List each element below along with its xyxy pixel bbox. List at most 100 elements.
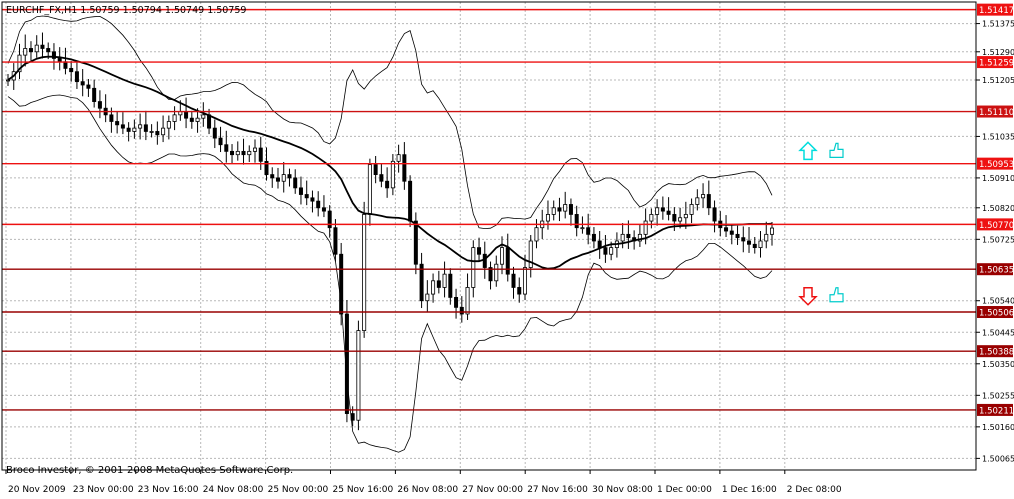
candle-body [402, 154, 407, 182]
price-tick-label: 1.50910 [982, 174, 1014, 183]
candle-body [253, 147, 258, 152]
price-tick-label: 1.50350 [982, 360, 1014, 369]
level-price-label: 1.50635 [979, 266, 1014, 276]
candle-body [649, 214, 654, 222]
candle-body [603, 247, 608, 255]
candle-body [161, 127, 166, 136]
candle-body [166, 121, 171, 129]
time-tick-label: 27 Nov 16:00 [527, 485, 588, 495]
candle-body [678, 217, 683, 222]
candle-body [545, 214, 550, 222]
chart: 1.51417 1.51259 1.51110 1.50953 1.50770 1.506… [0, 0, 1014, 495]
candle-body [568, 204, 573, 215]
candle-body [143, 124, 148, 132]
candle-body [23, 48, 28, 56]
candle-body [57, 58, 62, 63]
time-tick-label: 23 Nov 16:00 [138, 485, 199, 495]
candle-body [431, 280, 436, 295]
candle-body [97, 101, 102, 109]
candle-body [235, 150, 240, 156]
candle-body [201, 114, 206, 119]
candle-body [362, 214, 367, 331]
time-tick-label: 23 Nov 00:00 [73, 485, 134, 495]
price-tick-label: 1.51290 [982, 48, 1014, 57]
price-tick-label: 1.50540 [982, 297, 1014, 306]
candle-body [660, 207, 665, 212]
candle-body [138, 124, 143, 129]
candle-body [666, 210, 671, 215]
level-price-label: 1.50953 [979, 160, 1014, 170]
candle-body [86, 84, 91, 89]
candle-body [367, 164, 372, 215]
price-tick-label: 1.51375 [982, 20, 1014, 29]
candle-body [304, 194, 309, 199]
candle-body [350, 413, 355, 421]
candle-body [109, 114, 114, 122]
price-tick-label: 1.50160 [982, 423, 1014, 432]
candle-body [212, 127, 217, 139]
candle-body [69, 67, 74, 73]
candle-body [580, 227, 585, 230]
candle-body [28, 48, 33, 53]
candle-body [465, 287, 470, 315]
candle-body [448, 273, 453, 298]
price-tick-label: 1.51205 [982, 76, 1014, 85]
candle-body [155, 131, 160, 136]
candle-body [344, 313, 349, 414]
candle-body [281, 174, 286, 182]
time-tick-label: 25 Nov 00:00 [268, 485, 329, 495]
copyright-text: Broco Investor, © 2001-2008 MetaQuotes S… [6, 465, 293, 476]
candle-body [356, 330, 361, 421]
candle-body [34, 44, 39, 53]
time-tick-label: 30 Nov 08:00 [592, 485, 653, 495]
candle-body [224, 144, 229, 152]
candle-body [459, 306, 464, 315]
candle-body [74, 71, 79, 83]
time-tick-label: 2 Dec 08:00 [787, 485, 842, 495]
time-tick-label: 24 Nov 08:00 [203, 485, 264, 495]
candle-body [270, 174, 275, 179]
candle-body [132, 127, 137, 132]
candle-body [115, 121, 120, 126]
candle-body [298, 187, 303, 195]
candle-body [563, 204, 568, 212]
candle-body [454, 297, 459, 308]
candle-body [770, 227, 775, 235]
candle-body [321, 207, 326, 212]
candle-body [390, 160, 395, 189]
candle-body [310, 197, 315, 202]
level-price-label: 1.50770 [979, 221, 1014, 231]
level-price-label: 1.50211 [979, 406, 1014, 416]
candle-body [46, 48, 51, 53]
chart-svg: 1.51417 1.51259 1.51110 1.50953 1.50770 1.506… [0, 0, 1014, 495]
price-tick-label: 1.50725 [982, 235, 1014, 244]
candle-body [494, 263, 499, 282]
candle-body [758, 240, 763, 249]
candle-body [724, 227, 729, 232]
price-tick-label: 1.50065 [982, 454, 1014, 463]
candle-body [80, 81, 85, 86]
price-tick-label: 1.50820 [982, 204, 1014, 213]
candle-body [316, 200, 321, 209]
candle-body [436, 280, 441, 288]
level-price-label: 1.50506 [979, 309, 1014, 319]
candle-body [764, 233, 769, 242]
candle-body [241, 150, 246, 156]
time-tick-label: 27 Nov 00:00 [462, 485, 523, 495]
candle-body [620, 233, 625, 242]
candle-body [511, 273, 516, 288]
time-tick-label: 1 Dec 16:00 [722, 485, 777, 495]
candle-body [683, 214, 688, 219]
candle-body [597, 240, 602, 249]
candle-body [385, 180, 390, 189]
candle-body [247, 150, 252, 156]
candle-body [333, 227, 338, 255]
candle-body [172, 114, 177, 122]
candle-body [522, 267, 527, 295]
candle-body [712, 207, 717, 222]
candle-body [92, 87, 97, 102]
candle-body [287, 174, 292, 179]
candle-body [505, 247, 510, 275]
candle-body [517, 287, 522, 295]
candle-body [120, 124, 125, 129]
